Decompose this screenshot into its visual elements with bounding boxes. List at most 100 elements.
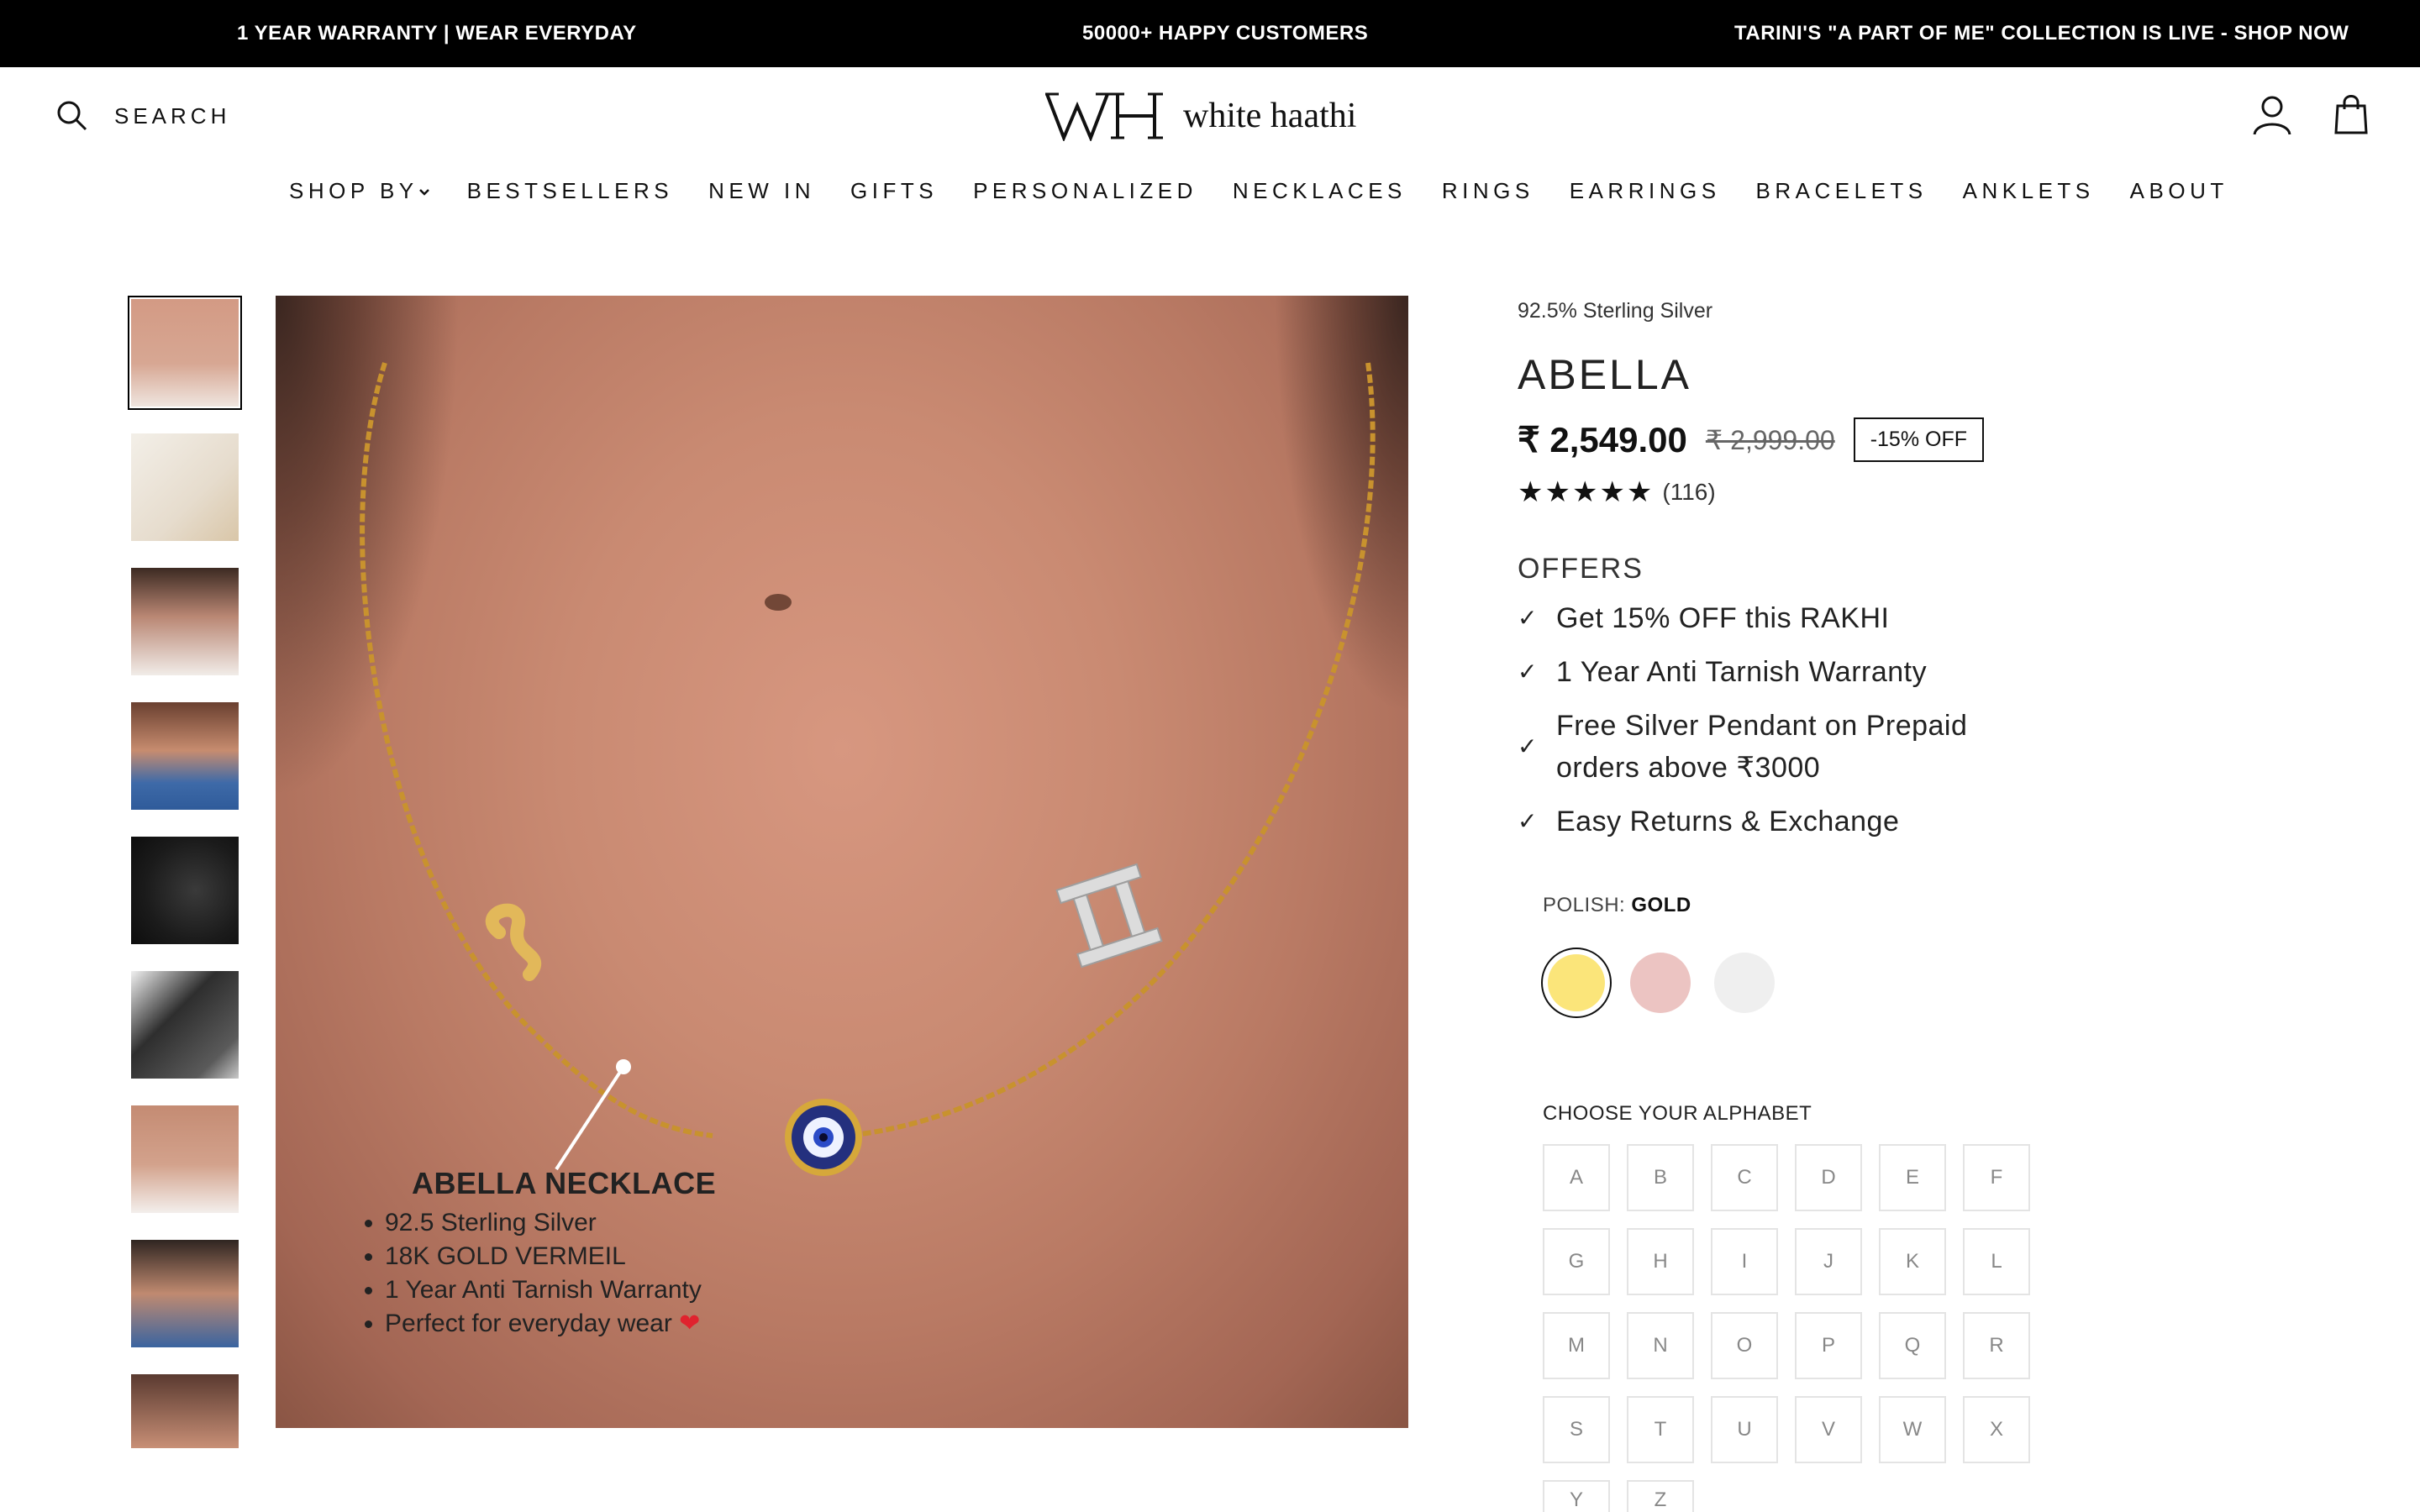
alphabet-option-i[interactable]: I bbox=[1711, 1228, 1778, 1295]
nav-rings[interactable]: RINGS bbox=[1442, 178, 1534, 204]
alphabet-option-s[interactable]: S bbox=[1543, 1396, 1610, 1463]
offer-text: Easy Returns & Exchange bbox=[1556, 806, 1900, 837]
thumbnail[interactable] bbox=[128, 296, 242, 410]
nav-bracelets[interactable]: BRACELETS bbox=[1756, 178, 1928, 204]
product-image-caption: ABELLA NECKLACE 92.5 Sterling Silver 18K… bbox=[360, 1166, 716, 1341]
polish-swatches bbox=[1541, 948, 1793, 1018]
nav-necklaces[interactable]: NECKLACES bbox=[1233, 178, 1407, 204]
announcement-collection-link[interactable]: TARINI'S "A PART OF ME" COLLECTION IS LI… bbox=[1734, 22, 2349, 45]
check-icon: ✓ bbox=[1518, 808, 1538, 834]
alphabet-option-j[interactable]: J bbox=[1795, 1228, 1862, 1295]
account-button[interactable] bbox=[2250, 92, 2294, 136]
thumbnail-strip bbox=[128, 296, 245, 1472]
product-material: 92.5% Sterling Silver bbox=[1518, 299, 1713, 323]
alphabet-option-v[interactable]: V bbox=[1795, 1396, 1862, 1463]
alphabet-option-z[interactable]: Z bbox=[1627, 1480, 1694, 1512]
nav-shop-by-label: SHOP BY bbox=[289, 178, 418, 203]
price-row: ₹ 2,549.00 ₹ 2,999.00 -15% OFF bbox=[1518, 417, 2106, 462]
nav-shop-by[interactable]: SHOP BY bbox=[289, 178, 432, 204]
sale-price: ₹ 2,549.00 bbox=[1518, 420, 1687, 459]
check-icon: ✓ bbox=[1518, 659, 1538, 685]
announcement-customers: 50000+ HAPPY CUSTOMERS bbox=[1082, 22, 1369, 45]
announcement-bar: 1 YEAR WARRANTY | WEAR EVERYDAY 50000+ H… bbox=[0, 0, 2420, 67]
alphabet-option-f[interactable]: F bbox=[1963, 1144, 2030, 1211]
main-product-image[interactable]: ABELLA NECKLACE 92.5 Sterling Silver 18K… bbox=[276, 296, 1408, 1428]
nav-personalized-label: PERSONALIZED bbox=[973, 178, 1197, 203]
thumbnail[interactable] bbox=[128, 968, 242, 1082]
offers-heading: OFFERS bbox=[1518, 553, 1644, 585]
caption-point: 1 Year Anti Tarnish Warranty bbox=[385, 1273, 716, 1307]
review-count: (116) bbox=[1662, 479, 1716, 505]
star-rating-icon: ★★★★★ bbox=[1518, 476, 1655, 508]
alphabet-option-n[interactable]: N bbox=[1627, 1312, 1694, 1379]
alphabet-option-r[interactable]: R bbox=[1963, 1312, 2030, 1379]
alphabet-option-h[interactable]: H bbox=[1627, 1228, 1694, 1295]
thumbnail[interactable] bbox=[128, 1102, 242, 1216]
search-label: SEARCH bbox=[114, 102, 231, 129]
alphabet-option-e[interactable]: E bbox=[1879, 1144, 1946, 1211]
search-button[interactable]: SEARCH bbox=[55, 99, 230, 133]
announcement-warranty: 1 YEAR WARRANTY | WEAR EVERYDAY bbox=[237, 22, 637, 45]
nav-anklets-label: ANKLETS bbox=[1962, 178, 2095, 203]
main-navigation: SHOP BY BESTSELLERS NEW IN GIFTS PERSONA… bbox=[289, 178, 2264, 204]
alphabet-option-y[interactable]: Y bbox=[1543, 1480, 1610, 1512]
alphabet-option-u[interactable]: U bbox=[1711, 1396, 1778, 1463]
offer-item: ✓ Free Silver Pendant on Prepaid orders a… bbox=[1518, 705, 2106, 789]
thumbnail[interactable] bbox=[128, 1236, 242, 1351]
cart-button[interactable] bbox=[2331, 92, 2375, 136]
caption-point: 18K GOLD VERMEIL bbox=[385, 1240, 716, 1273]
alphabet-option-b[interactable]: B bbox=[1627, 1144, 1694, 1211]
nav-anklets[interactable]: ANKLETS bbox=[1963, 178, 2095, 204]
alphabet-heading: CHOOSE YOUR ALPHABET bbox=[1543, 1102, 1812, 1125]
caption-point: Perfect for everyday wear bbox=[385, 1310, 672, 1337]
nav-bestsellers[interactable]: BESTSELLERS bbox=[467, 178, 673, 204]
nav-new-in[interactable]: NEW IN bbox=[708, 178, 815, 204]
product-title: ABELLA bbox=[1518, 351, 1692, 398]
offer-text: Get 15% OFF this RAKHI bbox=[1556, 602, 1890, 634]
chevron-down-icon bbox=[418, 188, 429, 196]
heart-icon: ❤ bbox=[679, 1310, 701, 1337]
nav-personalized[interactable]: PERSONALIZED bbox=[973, 178, 1197, 204]
caption-title: ABELLA NECKLACE bbox=[412, 1166, 717, 1200]
nav-necklaces-label: NECKLACES bbox=[1232, 178, 1407, 203]
alphabet-option-a[interactable]: A bbox=[1543, 1144, 1610, 1211]
search-icon bbox=[57, 101, 87, 131]
thumbnail[interactable] bbox=[128, 430, 242, 544]
alphabet-option-c[interactable]: C bbox=[1711, 1144, 1778, 1211]
alphabet-option-k[interactable]: K bbox=[1879, 1228, 1946, 1295]
logo-text: white haathi bbox=[1183, 97, 1357, 135]
swatch-silver[interactable] bbox=[1709, 948, 1780, 1018]
alphabet-option-d[interactable]: D bbox=[1795, 1144, 1862, 1211]
nav-bracelets-label: BRACELETS bbox=[1755, 178, 1928, 203]
alphabet-option-q[interactable]: Q bbox=[1879, 1312, 1946, 1379]
thumbnail[interactable] bbox=[128, 833, 242, 948]
brand-logo[interactable]: white haathi bbox=[1044, 89, 1356, 143]
alphabet-option-x[interactable]: X bbox=[1963, 1396, 2030, 1463]
alphabet-option-l[interactable]: L bbox=[1963, 1228, 2030, 1295]
nav-earrings-label: EARRINGS bbox=[1569, 178, 1721, 203]
alphabet-option-p[interactable]: P bbox=[1795, 1312, 1862, 1379]
alphabet-option-m[interactable]: M bbox=[1543, 1312, 1610, 1379]
product-info: 92.5% Sterling Silver ABELLA ₹ 2,549.00 … bbox=[1518, 296, 2106, 843]
nav-about[interactable]: ABOUT bbox=[2130, 178, 2228, 204]
offer-text: Free Silver Pendant on Prepaid orders ab… bbox=[1556, 710, 1968, 784]
nav-gifts[interactable]: GIFTS bbox=[850, 178, 938, 204]
rating-summary[interactable]: ★★★★★ (116) bbox=[1518, 475, 2106, 509]
polish-label: POLISH: GOLD bbox=[1543, 894, 1691, 917]
nav-earrings[interactable]: EARRINGS bbox=[1570, 178, 1721, 204]
thumbnail[interactable] bbox=[128, 564, 242, 679]
compare-price: ₹ 2,999.00 bbox=[1705, 424, 1835, 455]
thumbnail[interactable] bbox=[128, 699, 242, 813]
offer-item: ✓ Easy Returns & Exchange bbox=[1518, 801, 2106, 843]
nav-new-in-label: NEW IN bbox=[708, 178, 815, 203]
discount-badge: -15% OFF bbox=[1853, 417, 1984, 462]
alphabet-option-w[interactable]: W bbox=[1879, 1396, 1946, 1463]
cart-icon bbox=[2334, 95, 2368, 134]
alphabet-option-g[interactable]: G bbox=[1543, 1228, 1610, 1295]
thumbnail[interactable] bbox=[128, 1371, 242, 1452]
alphabet-option-t[interactable]: T bbox=[1627, 1396, 1694, 1463]
polish-selected-value: GOLD bbox=[1631, 894, 1691, 916]
swatch-rose-gold[interactable] bbox=[1625, 948, 1696, 1018]
alphabet-option-o[interactable]: O bbox=[1711, 1312, 1778, 1379]
swatch-gold[interactable] bbox=[1541, 948, 1612, 1018]
